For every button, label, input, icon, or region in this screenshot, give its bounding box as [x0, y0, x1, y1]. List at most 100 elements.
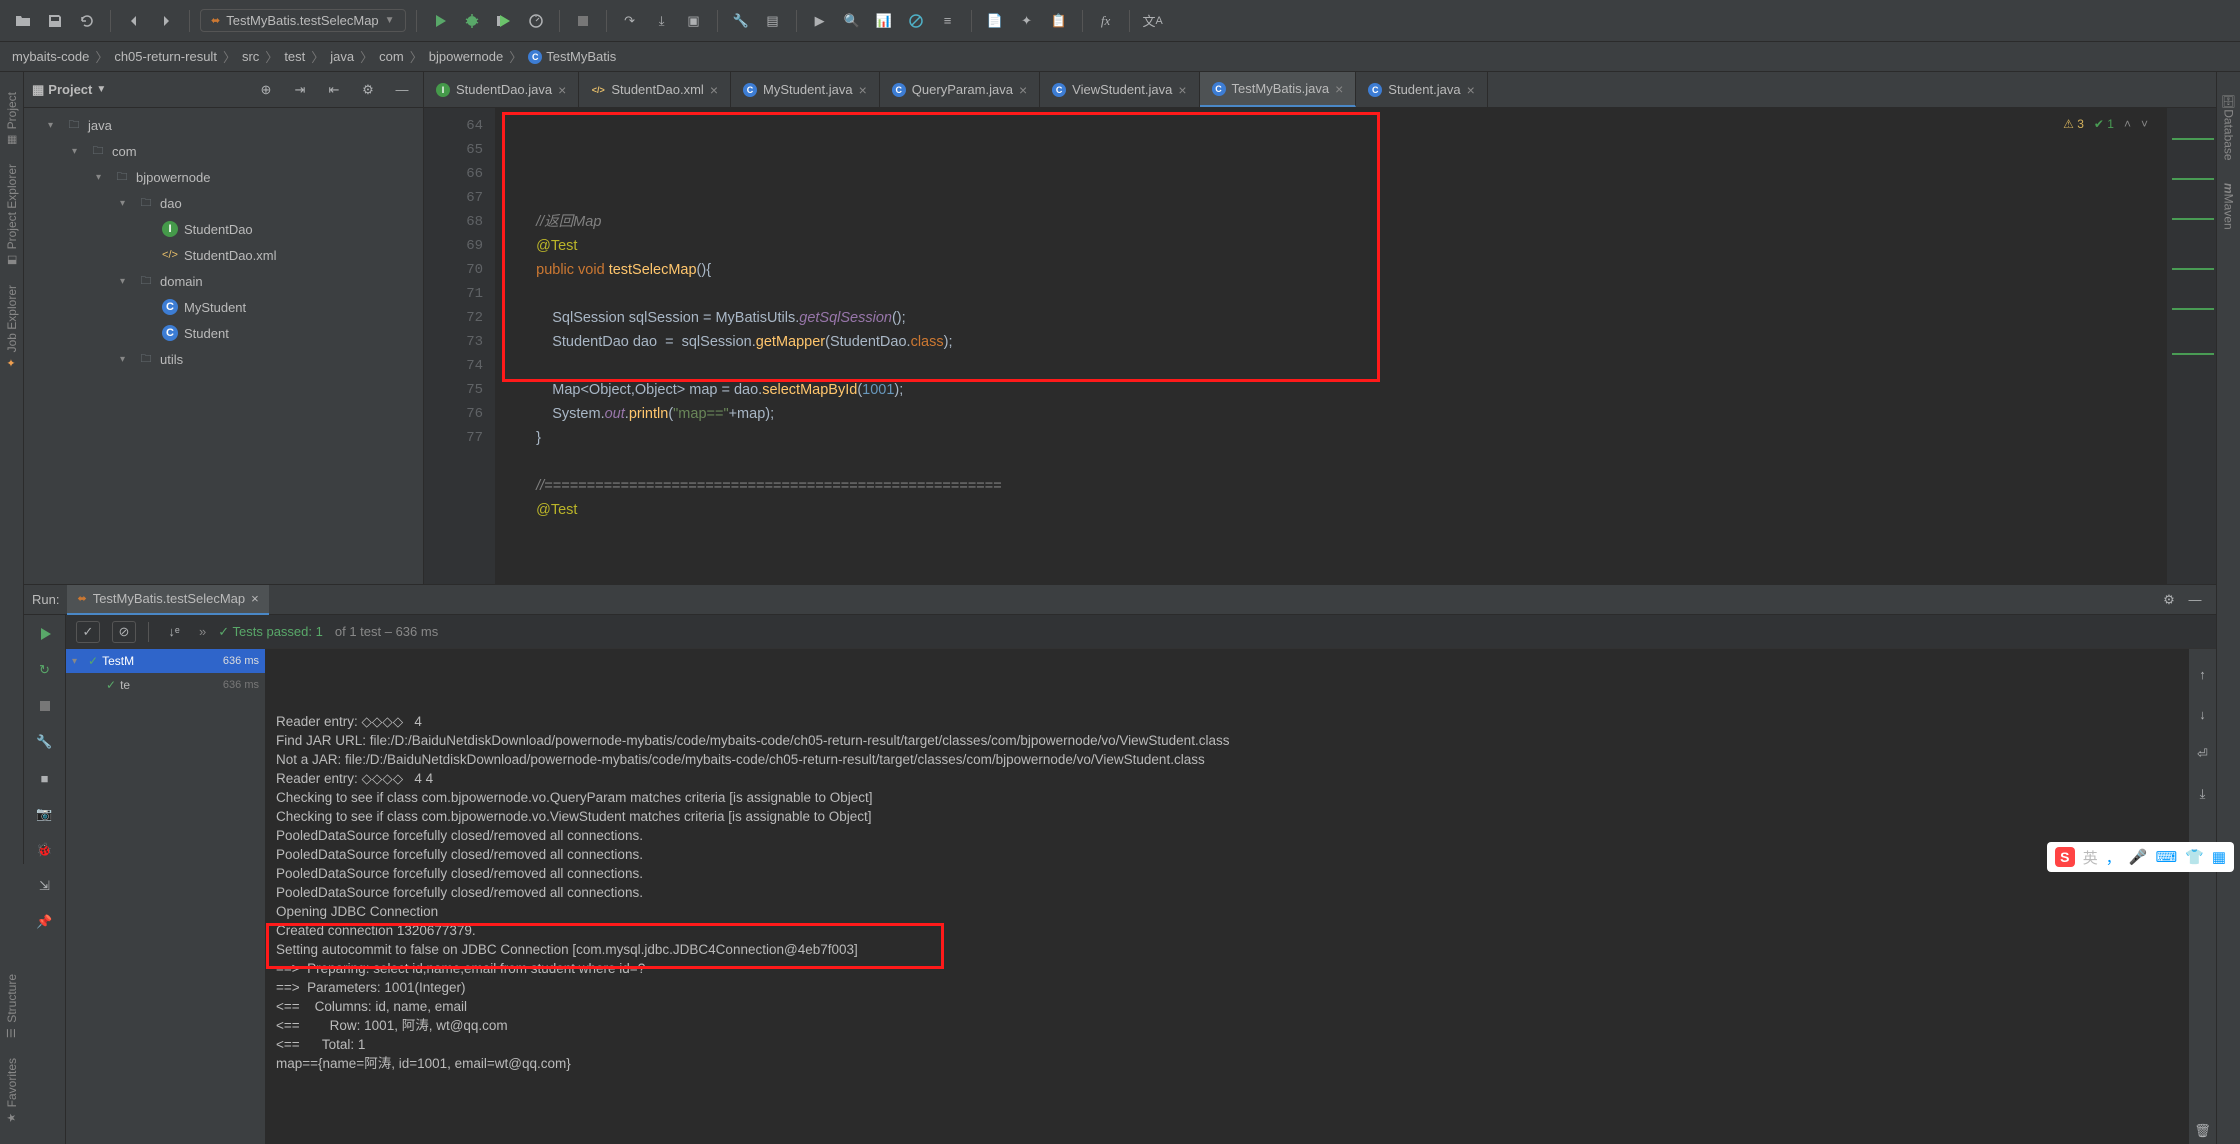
minimize-icon[interactable]: —	[2182, 587, 2208, 613]
trash-icon[interactable]: 🗑	[2190, 1118, 2216, 1144]
editor-tab[interactable]: </>StudentDao.xml×	[579, 72, 731, 107]
search-icon[interactable]: 🔍	[839, 8, 865, 34]
run-config-selector[interactable]: ⬌ TestMyBatis.testSelecMap ▼	[200, 9, 406, 32]
wrench-icon[interactable]: 🔧	[728, 8, 754, 34]
test-tree-row[interactable]: ▾✓ TestM636 ms	[66, 649, 265, 673]
scroll-icon[interactable]: ⤓	[2190, 781, 2216, 807]
close-icon[interactable]: ×	[710, 82, 718, 98]
project-tree[interactable]: ▾🗀java▾🗀com▾🗀bjpowernode▾🗀daoIStudentDao…	[24, 108, 423, 584]
translate-icon[interactable]: 文A	[1140, 8, 1166, 34]
profile-icon[interactable]	[523, 8, 549, 34]
rerun-icon[interactable]	[32, 621, 58, 647]
editor-tab[interactable]: CViewStudent.java×	[1040, 72, 1199, 107]
pin-icon[interactable]: 📌	[32, 909, 58, 935]
strip-project[interactable]: ▦Project	[5, 92, 19, 146]
camera-icon[interactable]: 📷	[32, 801, 58, 827]
close-icon[interactable]: ×	[251, 591, 259, 606]
strip-favorites[interactable]: ★Favorites	[5, 1058, 19, 1124]
save-icon[interactable]	[42, 8, 68, 34]
tree-row[interactable]: ▾🗀bjpowernode	[24, 164, 423, 190]
ime-mic-icon[interactable]: 🎤	[2129, 848, 2148, 866]
rows-icon[interactable]: ≡	[935, 8, 961, 34]
debug-icon[interactable]	[459, 8, 485, 34]
tree-row[interactable]: ▾🗀java	[24, 112, 423, 138]
breadcrumb-item[interactable]: CTestMyBatis	[528, 49, 616, 64]
editor-tab[interactable]: CQueryParam.java×	[880, 72, 1040, 107]
close-icon[interactable]: ×	[1019, 82, 1027, 98]
cube-icon[interactable]: ▣	[681, 8, 707, 34]
ime-grid-icon[interactable]: ▦	[2212, 848, 2226, 866]
ime-punct-icon[interactable]: ，	[2106, 847, 2121, 868]
sort-icon[interactable]: ↓ᵉ	[161, 619, 187, 645]
editor-tab[interactable]: IStudentDao.java×	[424, 72, 579, 107]
tree-row[interactable]: CMyStudent	[24, 294, 423, 320]
test-tree-row[interactable]: ✓ te636 ms	[66, 673, 265, 697]
wand-icon[interactable]: ✦	[1014, 8, 1040, 34]
coverage-icon[interactable]	[491, 8, 517, 34]
chart-icon[interactable]: 📊	[871, 8, 897, 34]
run-icon[interactable]	[427, 8, 453, 34]
strip-maven[interactable]: mMaven	[2222, 183, 2236, 230]
strip-project-explorer[interactable]: ◧Project Explorer	[5, 164, 19, 266]
doc-icon[interactable]: 📄	[982, 8, 1008, 34]
close-icon[interactable]: ×	[1335, 81, 1343, 97]
target-icon[interactable]: ⊕	[253, 77, 279, 103]
breadcrumb-item[interactable]: src	[242, 49, 259, 64]
tree-row[interactable]: IStudentDao	[24, 216, 423, 242]
refresh-icon[interactable]	[74, 8, 100, 34]
strip-job-explorer[interactable]: ✦Job Explorer	[5, 285, 19, 369]
breadcrumb-item[interactable]: mybaits-code	[12, 49, 89, 64]
expand-icon[interactable]: ⇥	[287, 77, 313, 103]
download-icon[interactable]: ⤓	[649, 8, 675, 34]
run-tab[interactable]: ⬌ TestMyBatis.testSelecMap ×	[67, 585, 268, 615]
ime-lang[interactable]: 英	[2083, 847, 2098, 868]
back-icon[interactable]	[121, 8, 147, 34]
tree-row[interactable]: </>StudentDao.xml	[24, 242, 423, 268]
down-icon[interactable]: ↓	[2190, 701, 2216, 727]
bug-rerun-icon[interactable]: 🐞	[32, 837, 58, 863]
stop-icon[interactable]	[570, 8, 596, 34]
gear-icon[interactable]: ⚙	[2156, 587, 2182, 613]
tree-row[interactable]: CStudent	[24, 320, 423, 346]
editor-tab[interactable]: CTestMyBatis.java×	[1200, 72, 1357, 107]
strip-database[interactable]: 🗄Database	[2222, 94, 2236, 161]
wrench-icon[interactable]: 🔧	[32, 729, 58, 755]
close-icon[interactable]: ×	[558, 82, 566, 98]
project-title[interactable]: ▦ Project ▼	[32, 82, 106, 98]
play-target-icon[interactable]: ▶	[807, 8, 833, 34]
run-test-tree[interactable]: ▾✓ TestM636 ms✓ te636 ms	[66, 649, 266, 1144]
step-icon[interactable]: ↷	[617, 8, 643, 34]
close-icon[interactable]: ×	[859, 82, 867, 98]
wrap-icon[interactable]: ⏎	[2190, 741, 2216, 767]
check-filter-icon[interactable]: ✓	[76, 621, 100, 643]
ime-keyboard-icon[interactable]: ⌨	[2155, 848, 2177, 866]
up-icon[interactable]: ↑	[2190, 661, 2216, 687]
forbidden-icon[interactable]	[903, 8, 929, 34]
close-icon[interactable]: ×	[1178, 82, 1186, 98]
export-icon[interactable]: ⇲	[32, 873, 58, 899]
tree-row[interactable]: ▾🗀com	[24, 138, 423, 164]
breadcrumb-item[interactable]: ch05-return-result	[114, 49, 217, 64]
fx-icon[interactable]: fx	[1093, 8, 1119, 34]
clipboard-icon[interactable]: 📋	[1046, 8, 1072, 34]
open-icon[interactable]	[10, 8, 36, 34]
breadcrumb-item[interactable]: com	[379, 49, 404, 64]
run-console[interactable]: Reader entry: ◇◇◇◇ 4 Find JAR URL: file:…	[266, 649, 2188, 1144]
tree-row[interactable]: ▾🗀domain	[24, 268, 423, 294]
breadcrumb-item[interactable]: test	[284, 49, 305, 64]
ime-skin-icon[interactable]: 👕	[2185, 848, 2204, 866]
tree-row[interactable]: ▾🗀dao	[24, 190, 423, 216]
breadcrumb-item[interactable]: bjpowernode	[429, 49, 503, 64]
layers-icon[interactable]: ▤	[760, 8, 786, 34]
forward-icon[interactable]	[153, 8, 179, 34]
collapse-icon[interactable]: ⇤	[321, 77, 347, 103]
inspection-bar[interactable]: ⚠ 3 ✔ 1 ˄˅	[2063, 112, 2148, 136]
editor-tab[interactable]: CStudent.java×	[1356, 72, 1487, 107]
stop-icon[interactable]	[32, 693, 58, 719]
editor-code[interactable]: ⚠ 3 ✔ 1 ˄˅ //返回Map @Test public void tes…	[496, 108, 2166, 584]
close-icon[interactable]: ×	[1467, 82, 1475, 98]
gear-icon[interactable]: ⚙	[355, 77, 381, 103]
strip-structure[interactable]: ☰Structure	[5, 974, 19, 1040]
editor-minimap[interactable]	[2166, 108, 2216, 584]
tree-row[interactable]: ▾🗀utils	[24, 346, 423, 372]
